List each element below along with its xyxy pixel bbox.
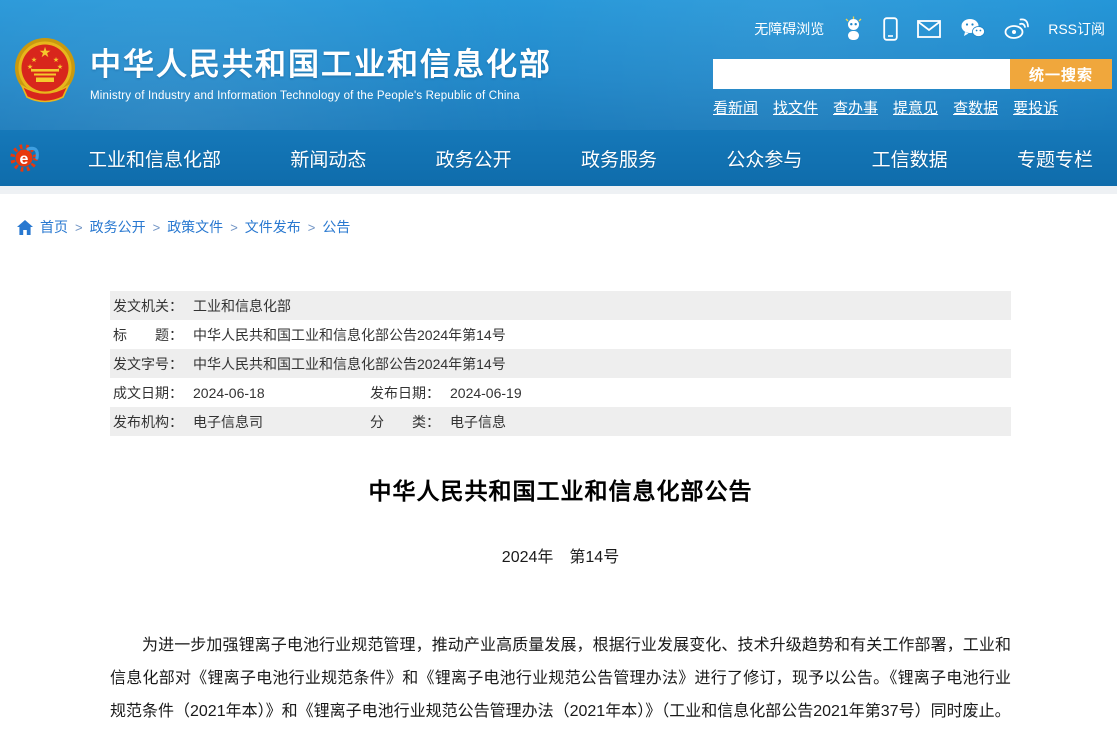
breadcrumb-separator: > <box>152 219 161 235</box>
meta-label: 发文机关： <box>113 297 183 314</box>
national-emblem-icon: ★ ★ ★ ★ ★ <box>15 38 75 103</box>
svg-text:★: ★ <box>31 56 37 64</box>
svg-text:★: ★ <box>53 56 59 64</box>
svg-text:★: ★ <box>39 44 52 60</box>
quick-links: 看新闻 找文件 查办事 提意见 查数据 要投诉 <box>713 97 1058 118</box>
meta-label: 发布机构： <box>113 413 183 430</box>
document-meta-table: 发文机关： 工业和信息化部 标 题： 中华人民共和国工业和信息化部公告2024年… <box>110 291 1011 436</box>
meta-label: 分 类： <box>370 413 440 430</box>
nav-item-miit[interactable]: 工业和信息化部 <box>88 145 221 172</box>
breadcrumb-policy-files[interactable]: 政策文件 <box>167 217 223 237</box>
mail-icon[interactable] <box>917 19 942 38</box>
meta-value: 中华人民共和国工业和信息化部公告2024年第14号 <box>193 355 506 372</box>
search-button[interactable]: 统一搜索 <box>1010 59 1112 89</box>
accessibility-link[interactable]: 无障碍浏览 <box>754 19 824 39</box>
meta-row-doc-number: 发文字号： 中华人民共和国工业和信息化部公告2024年第14号 <box>110 349 1011 378</box>
meta-row-issuing-authority: 发文机关： 工业和信息化部 <box>110 291 1011 320</box>
meta-label: 发文字号： <box>113 355 183 372</box>
wechat-icon[interactable] <box>960 18 986 39</box>
meta-value: 工业和信息化部 <box>193 297 291 314</box>
breadcrumb-separator: > <box>307 219 316 235</box>
quick-link-files[interactable]: 找文件 <box>773 97 818 118</box>
rss-link[interactable]: RSS订阅 <box>1048 19 1105 39</box>
mobile-icon[interactable] <box>883 16 898 41</box>
nav-item-news[interactable]: 新闻动态 <box>290 145 366 172</box>
nav-item-gov-services[interactable]: 政务服务 <box>581 145 657 172</box>
meta-row-title: 标 题： 中华人民共和国工业和信息化部公告2024年第14号 <box>110 320 1011 349</box>
main-nav: e 工业和信息化部 新闻动态 政务公开 政务服务 公众参与 工信数据 专题专栏 <box>0 130 1117 186</box>
document-area: 发文机关： 工业和信息化部 标 题： 中华人民共和国工业和信息化部公告2024年… <box>110 291 1011 728</box>
site-title: 中华人民共和国工业和信息化部 <box>90 46 552 82</box>
breadcrumb-separator: > <box>75 219 83 235</box>
breadcrumb-file-release[interactable]: 文件发布 <box>245 217 301 237</box>
weibo-icon[interactable] <box>1004 18 1030 39</box>
breadcrumb-home[interactable]: 首页 <box>40 217 68 237</box>
document-title: 中华人民共和国工业和信息化部公告 <box>368 478 753 504</box>
breadcrumb-announcement: 公告 <box>322 219 351 235</box>
meta-row-dates: 成文日期： 2024-06-18 发布日期： 2024-06-19 <box>110 378 1011 407</box>
quick-link-news[interactable]: 看新闻 <box>713 97 758 118</box>
breadcrumb-separator: > <box>230 219 238 235</box>
meta-row-publisher-category: 发布机构： 电子信息司 分 类： 电子信息 <box>110 407 1011 436</box>
meta-label: 成文日期： <box>113 384 183 401</box>
meta-value: 中华人民共和国工业和信息化部公告2024年第14号 <box>193 326 506 343</box>
nav-item-topics[interactable]: 专题专栏 <box>1017 145 1093 172</box>
quick-link-data[interactable]: 查数据 <box>953 97 998 118</box>
nav-item-participation[interactable]: 公众参与 <box>726 145 802 172</box>
meta-value: 2024-06-19 <box>450 384 522 401</box>
meta-label: 发布日期： <box>370 384 440 401</box>
search-bar: 统一搜索 <box>713 59 1112 89</box>
quick-link-services[interactable]: 查办事 <box>833 97 878 118</box>
miit-e-logo-icon: e <box>10 144 39 172</box>
breadcrumb-gov-disclosure[interactable]: 政务公开 <box>90 217 146 237</box>
site-logo[interactable]: ★ ★ ★ ★ ★ 中华人民共和国工业和信息化部 Ministry of Ind… <box>14 36 552 104</box>
nav-item-data[interactable]: 工信数据 <box>872 145 948 172</box>
site-subtitle: Ministry of Industry and Information Tec… <box>90 89 520 102</box>
home-icon <box>17 219 33 235</box>
document-number: 2024年 第14号 <box>501 549 620 566</box>
utility-bar: 无障碍浏览 RSS订阅 <box>754 16 1105 41</box>
svg-text:e: e <box>20 151 29 168</box>
robot-mascot-icon[interactable] <box>843 16 864 41</box>
nav-bottom-strip <box>0 186 1117 194</box>
quick-link-feedback[interactable]: 提意见 <box>893 97 938 118</box>
breadcrumb: 首页 > 政务公开 > 政策文件 > 文件发布 > 公告 <box>17 217 350 237</box>
search-input[interactable] <box>713 59 1010 89</box>
site-header: 无障碍浏览 RSS订阅 ★ ★ ★ ★ ★ 中华人民共和国工业和信息化部 Min… <box>0 0 1117 130</box>
document-body-paragraph: 为进一步加强锂离子电池行业规范管理，推动产业高质量发展，根据行业发展变化、技术升… <box>110 637 1011 720</box>
meta-value: 电子信息司 <box>193 413 263 430</box>
meta-value: 2024-06-18 <box>193 384 265 401</box>
meta-label: 标 题： <box>113 326 183 343</box>
quick-link-complaint[interactable]: 要投诉 <box>1013 97 1058 118</box>
nav-item-gov-disclosure[interactable]: 政务公开 <box>436 145 512 172</box>
meta-value: 电子信息 <box>450 413 506 430</box>
